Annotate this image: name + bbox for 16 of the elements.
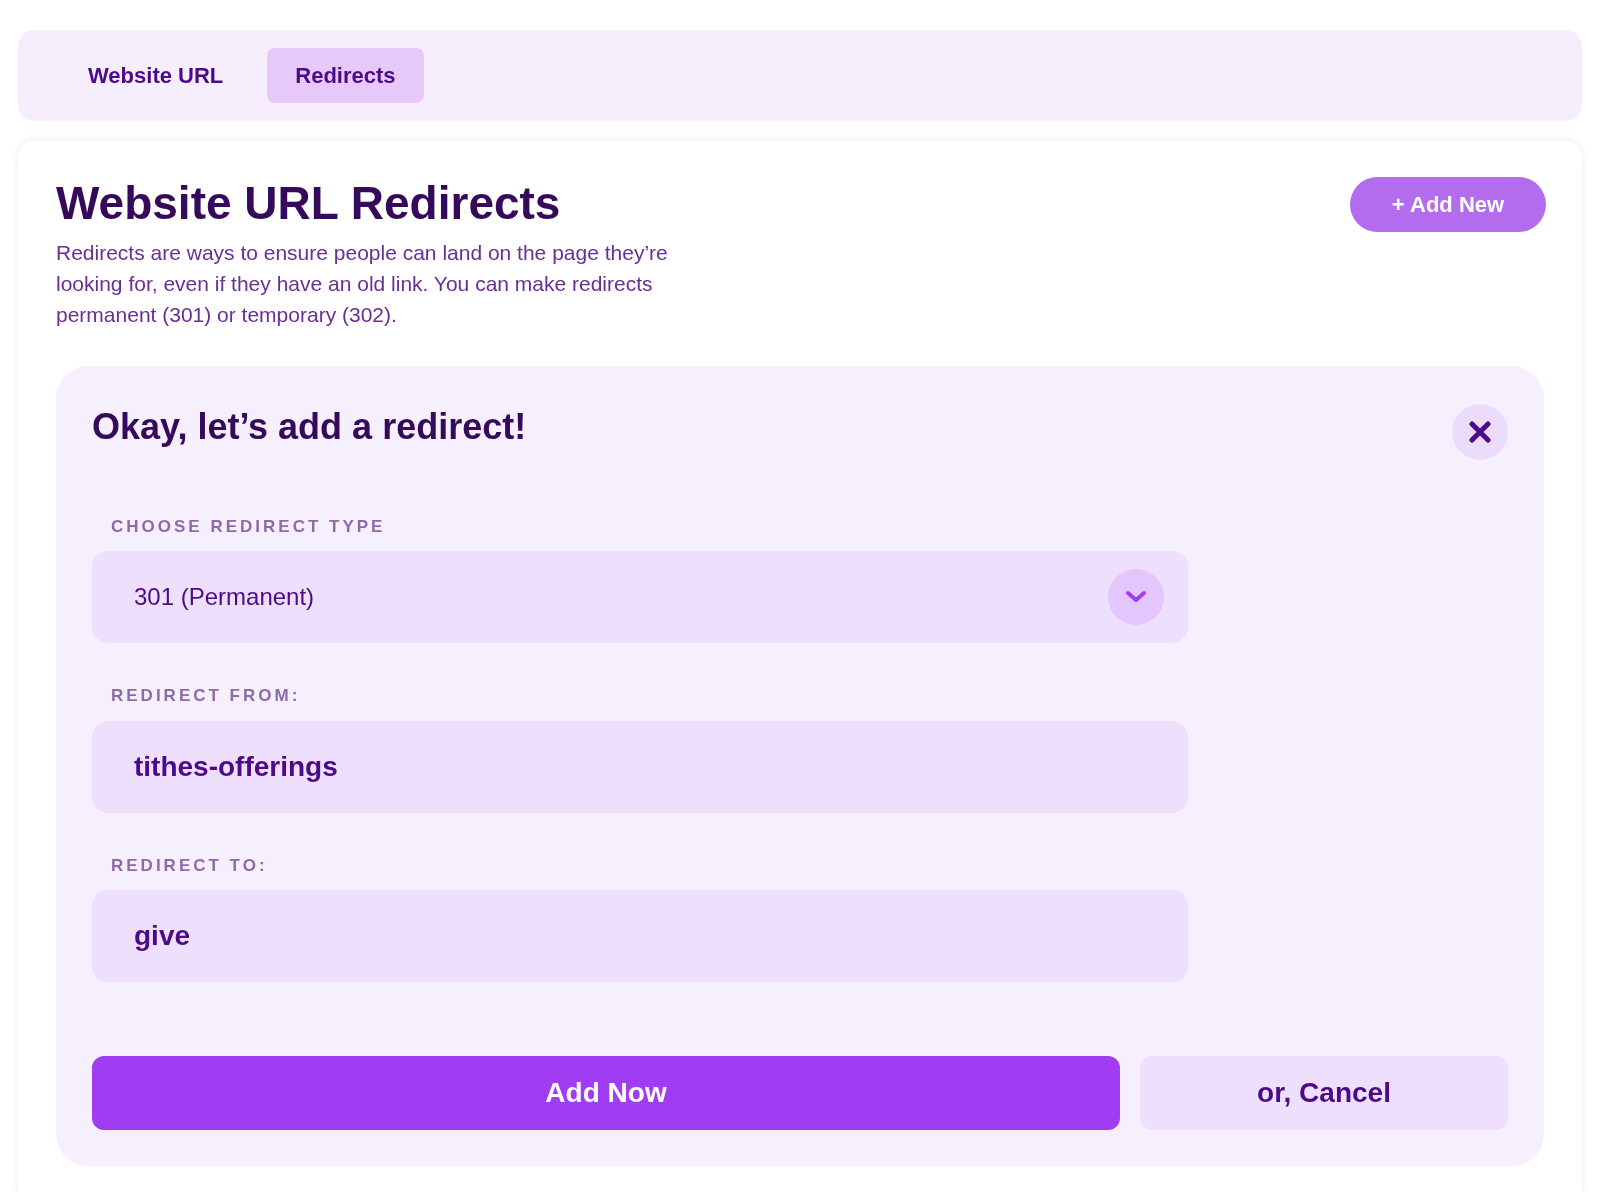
close-icon <box>1469 420 1491 443</box>
input-field[interactable]: tithes-offerings <box>92 720 1188 813</box>
input-field[interactable]: give <box>92 890 1188 982</box>
page-description: Redirects are ways to ensure people can land on the page they’re looking for, even if they have an old link. You can make redirects permanent (301) or temporary (302). <box>56 239 669 328</box>
field-label: CHOOSE REDIRECT TYPE <box>110 515 387 538</box>
tab[interactable]: Website URL <box>60 48 252 103</box>
field-label: REDIRECT FROM: <box>110 685 302 707</box>
select-field[interactable]: 301 (Permanent) <box>92 551 1188 643</box>
cancel-button[interactable]: or, Cancel <box>1140 1056 1508 1130</box>
field-label: REDIRECT TO: <box>110 854 269 877</box>
form-title: Okay, let’s add a redirect! <box>92 404 527 449</box>
add-now-button[interactable]: Add Now <box>92 1056 1120 1130</box>
page-title: Website URL Redirects <box>56 176 562 231</box>
chevron-down-icon <box>1108 569 1164 625</box>
select-value: 301 (Permanent) <box>134 582 315 612</box>
tab[interactable]: Redirects <box>267 48 424 103</box>
